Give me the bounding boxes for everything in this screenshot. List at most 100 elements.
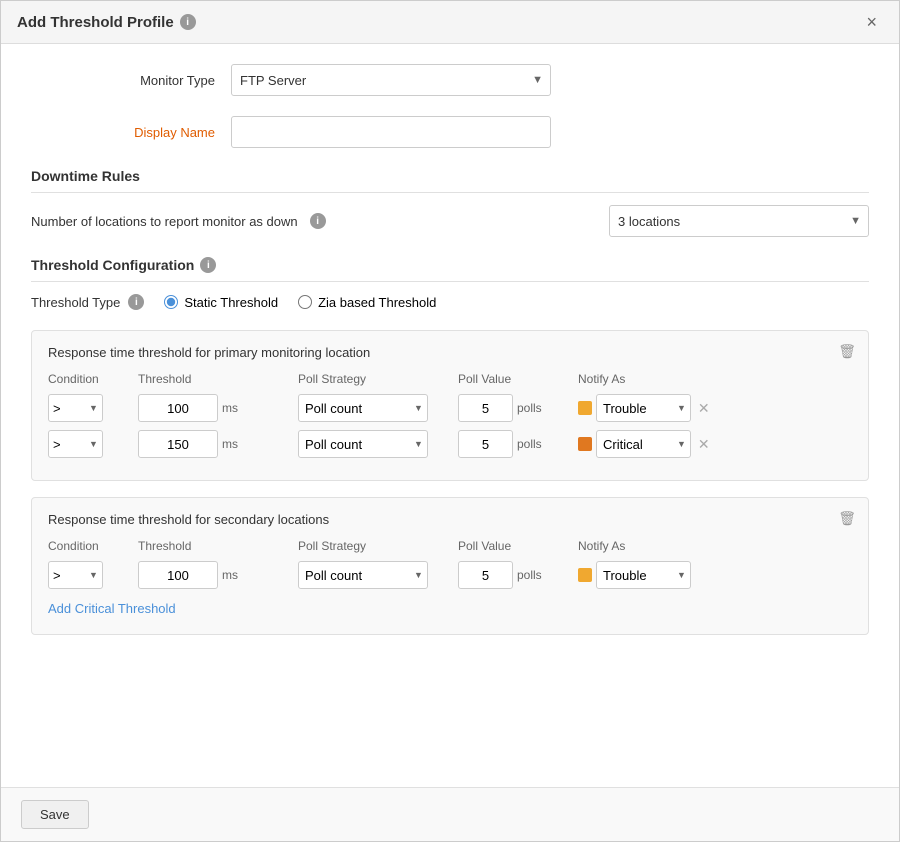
threshold-header: Threshold [138,372,298,386]
display-name-input[interactable]: FTP Server Threshold [231,116,551,148]
secondary-block-delete-icon[interactable]: 🗑 [838,510,856,527]
static-threshold-option[interactable]: Static Threshold [164,295,278,310]
secondary-block-title: Response time threshold for secondary lo… [48,512,852,527]
threshold-type-label: Threshold Type i [31,294,144,310]
secondary-row1-poll-value-wrap: polls [458,561,578,589]
monitor-type-row: Monitor Type FTP Server ▼ [31,64,869,96]
secondary-row1-threshold-wrap: ms [138,561,298,589]
zia-threshold-radio[interactable] [298,295,312,309]
static-threshold-radio[interactable] [164,295,178,309]
primary-row1-poll-unit: polls [517,401,542,415]
modal-body: Monitor Type FTP Server ▼ Display Name F… [1,44,899,787]
primary-row2-notify-rel: Trouble Critical Down Warning ▼ [596,430,686,458]
primary-row2-threshold-wrap: ms [138,430,298,458]
secondary-column-headers: Condition Threshold Poll Strategy Poll V… [48,539,852,553]
primary-row1-notify-wrap: Trouble Critical Down Warning ▼ ✕ [578,394,714,422]
secondary-row1-poll-strategy-rel: Poll count Poll duration ▼ [298,561,423,589]
secondary-row1-poll-strategy-wrap: Poll count Poll duration ▼ [298,561,458,589]
primary-row2-poll-strategy-rel: Poll count Poll duration ▼ [298,430,423,458]
primary-row2-poll-value-wrap: polls [458,430,578,458]
secondary-row1-condition-wrap: > < >= <= ▼ [48,561,138,589]
secondary-row-1: > < >= <= ▼ ms [48,561,852,589]
locations-info-icon[interactable]: i [310,213,326,229]
secondary-row1-condition-rel: > < >= <= ▼ [48,561,98,589]
secondary-poll-strategy-header: Poll Strategy [298,539,458,553]
primary-row1-condition-select[interactable]: > < >= <= [48,394,103,422]
primary-row2-notify-wrap: Trouble Critical Down Warning ▼ ✕ [578,430,714,458]
primary-row2-condition-wrap: > < >= <= ▼ [48,430,138,458]
downtime-rules-title: Downtime Rules [31,168,869,193]
primary-row1-poll-value-wrap: polls [458,394,578,422]
secondary-condition-header: Condition [48,539,138,553]
zia-threshold-label: Zia based Threshold [318,295,436,310]
primary-row1-notify-badge [578,401,592,415]
poll-strategy-header: Poll Strategy [298,372,458,386]
locations-label: Number of locations to report monitor as… [31,214,298,229]
primary-row1-condition-rel: > < >= <= ▼ [48,394,98,422]
primary-row2-poll-strategy-select[interactable]: Poll count Poll duration [298,430,428,458]
secondary-row1-poll-value-input[interactable] [458,561,513,589]
primary-row1-poll-value-input[interactable] [458,394,513,422]
primary-threshold-block: Response time threshold for primary moni… [31,330,869,481]
primary-row2-unit: ms [222,437,238,451]
primary-block-delete-icon[interactable]: 🗑 [838,343,856,360]
primary-row1-poll-strategy-select[interactable]: Poll count Poll duration [298,394,428,422]
primary-row1-notify-rel: Trouble Critical Down Warning ▼ [596,394,686,422]
primary-row2-notify-badge [578,437,592,451]
secondary-row1-notify-rel: Trouble Critical Down Warning ▼ [596,561,686,589]
primary-row1-threshold-input[interactable] [138,394,218,422]
primary-row1-poll-strategy-rel: Poll count Poll duration ▼ [298,394,423,422]
display-name-row: Display Name FTP Server Threshold [31,116,869,148]
monitor-type-select[interactable]: FTP Server [231,64,551,96]
primary-row2-condition-select[interactable]: > < >= <= [48,430,103,458]
secondary-notify-as-header: Notify As [578,539,738,553]
add-critical-threshold-button[interactable]: Add Critical Threshold [48,597,176,620]
primary-row1-notify-select[interactable]: Trouble Critical Down Warning [596,394,691,422]
primary-row2-remove-button[interactable]: ✕ [694,436,714,453]
threshold-config-section: Threshold Configuration i Threshold Type… [31,257,869,635]
title-info-icon[interactable]: i [180,14,196,30]
primary-row-2: > < >= <= ▼ ms [48,430,852,458]
save-button[interactable]: Save [21,800,89,829]
zia-threshold-option[interactable]: Zia based Threshold [298,295,436,310]
modal-footer: Save [1,787,899,841]
primary-block-title: Response time threshold for primary moni… [48,345,852,360]
primary-row2-condition-rel: > < >= <= ▼ [48,430,98,458]
modal-title: Add Threshold Profile i [17,14,196,31]
static-threshold-label: Static Threshold [184,295,278,310]
condition-header: Condition [48,372,138,386]
downtime-rules-section: Downtime Rules Number of locations to re… [31,168,869,237]
secondary-row1-notify-select[interactable]: Trouble Critical Down Warning [596,561,691,589]
secondary-poll-value-header: Poll Value [458,539,578,553]
secondary-row1-condition-select[interactable]: > < >= <= [48,561,103,589]
monitor-type-select-wrapper: FTP Server ▼ [231,64,551,96]
locations-row: Number of locations to report monitor as… [31,205,869,237]
primary-row2-poll-unit: polls [517,437,542,451]
primary-row1-poll-strategy-wrap: Poll count Poll duration ▼ [298,394,458,422]
primary-row1-unit: ms [222,401,238,415]
modal-container: Add Threshold Profile i × Monitor Type F… [0,0,900,842]
close-button[interactable]: × [860,11,883,33]
threshold-type-row: Threshold Type i Static Threshold Zia ba… [31,294,869,310]
primary-row2-poll-value-input[interactable] [458,430,513,458]
secondary-row1-threshold-input[interactable] [138,561,218,589]
primary-row2-poll-strategy-wrap: Poll count Poll duration ▼ [298,430,458,458]
monitor-type-label: Monitor Type [31,73,231,88]
secondary-row1-unit: ms [222,568,238,582]
modal-header: Add Threshold Profile i × [1,1,899,44]
primary-row2-notify-select[interactable]: Trouble Critical Down Warning [596,430,691,458]
secondary-row1-poll-unit: polls [517,568,542,582]
display-name-label: Display Name [31,125,231,140]
threshold-config-title: Threshold Configuration i [31,257,869,282]
threshold-type-info-icon[interactable]: i [128,294,144,310]
primary-row1-remove-button[interactable]: ✕ [694,400,714,417]
secondary-row1-poll-strategy-select[interactable]: Poll count Poll duration [298,561,428,589]
secondary-row1-notify-badge [578,568,592,582]
primary-row2-threshold-input[interactable] [138,430,218,458]
locations-select-wrapper: 1 location 2 locations 3 locations 4 loc… [609,205,869,237]
threshold-config-info-icon[interactable]: i [200,257,216,273]
poll-value-header: Poll Value [458,372,578,386]
secondary-row1-notify-wrap: Trouble Critical Down Warning ▼ [578,561,686,589]
locations-select[interactable]: 1 location 2 locations 3 locations 4 loc… [609,205,869,237]
notify-as-header: Notify As [578,372,738,386]
